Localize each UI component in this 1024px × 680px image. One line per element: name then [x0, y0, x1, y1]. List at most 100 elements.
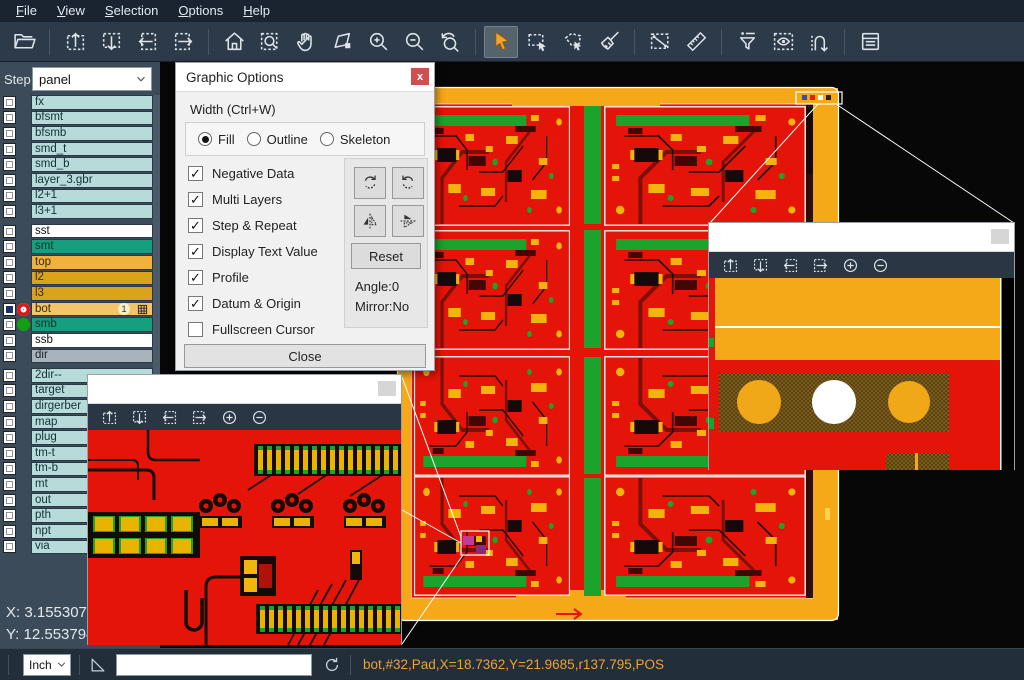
layer-checkbox-dirgerber[interactable]	[3, 400, 16, 413]
layer-checkbox-sst[interactable]	[3, 225, 16, 238]
mirror-horizontal-button[interactable]	[354, 205, 386, 237]
zoom-polygon-button[interactable]	[325, 26, 359, 58]
pan-left-button[interactable]	[130, 26, 164, 58]
menu-help[interactable]: Help	[233, 0, 280, 22]
menu-view[interactable]: View	[47, 0, 95, 22]
home-button[interactable]	[217, 26, 251, 58]
zoom-in-circle-button[interactable]	[835, 254, 865, 276]
layer-row-dir[interactable]: dir	[0, 349, 160, 364]
rotate-cw-button[interactable]	[354, 167, 386, 199]
menu-options[interactable]: Options	[168, 0, 233, 22]
layer-checkbox-via[interactable]	[3, 540, 16, 553]
checkbox-step-repeat[interactable]: ✓Step & Repeat	[188, 212, 318, 238]
report-panel-button[interactable]	[853, 26, 887, 58]
layer-row-l2[interactable]: l2	[0, 271, 160, 286]
open-folder-button[interactable]	[7, 26, 41, 58]
layer-row-fx[interactable]: fx	[0, 95, 160, 110]
zoom-in-circle-button[interactable]	[214, 406, 244, 428]
layer-checkbox-target[interactable]	[3, 384, 16, 397]
pan-hand-button[interactable]	[289, 26, 323, 58]
radio-outline[interactable]: Outline	[247, 132, 308, 147]
select-polygon-button[interactable]	[556, 26, 590, 58]
layer-row-smd_t[interactable]: smd_t	[0, 142, 160, 157]
window-button[interactable]	[991, 229, 1009, 244]
pan-down-button[interactable]	[124, 406, 154, 428]
layer-row-bfsmt[interactable]: bfsmt	[0, 111, 160, 126]
layer-checkbox-smb[interactable]	[3, 318, 16, 331]
zoom-out-circle-button[interactable]	[244, 406, 274, 428]
menu-selection[interactable]: Selection	[95, 0, 168, 22]
radio-skeleton[interactable]: Skeleton	[320, 132, 391, 147]
layer-checkbox-2dir--[interactable]	[3, 369, 16, 382]
pan-down-button[interactable]	[94, 26, 128, 58]
layer-checkbox-bfsmt[interactable]	[3, 111, 16, 124]
layer-row-smt[interactable]: smt	[0, 239, 160, 254]
layer-checkbox-bfsmb[interactable]	[3, 127, 16, 140]
pan-left-button[interactable]	[154, 406, 184, 428]
layer-row-bot[interactable]: bot1	[0, 302, 160, 317]
layer-row-bfsmb[interactable]: bfsmb	[0, 126, 160, 141]
ruler-button[interactable]	[679, 26, 713, 58]
clean-brush-button[interactable]	[592, 26, 626, 58]
layer-checkbox-plug[interactable]	[3, 431, 16, 444]
layer-checkbox-l2[interactable]	[3, 271, 16, 284]
layer-checkbox-tm-b[interactable]	[3, 462, 16, 475]
measure-distance-button[interactable]	[643, 26, 677, 58]
highlight-filter-button[interactable]	[730, 26, 764, 58]
close-button[interactable]: Close	[184, 344, 426, 368]
unit-select[interactable]: Inch	[23, 654, 71, 676]
checkbox-fullscreen-cursor[interactable]: Fullscreen Cursor	[188, 316, 318, 342]
pan-left-button[interactable]	[775, 254, 805, 276]
zoom-in-button[interactable]	[361, 26, 395, 58]
layer-row-smd_b[interactable]: smd_b	[0, 157, 160, 172]
select-arrow-button[interactable]	[484, 26, 518, 58]
step-select[interactable]: panel	[32, 67, 152, 91]
layer-checkbox-bot[interactable]	[3, 303, 16, 316]
pan-up-button[interactable]	[715, 254, 745, 276]
menu-file[interactable]: File	[6, 0, 47, 22]
pan-up-button[interactable]	[58, 26, 92, 58]
checkbox-multi-layers[interactable]: ✓Multi Layers	[188, 186, 318, 212]
reset-button[interactable]: Reset	[351, 243, 421, 269]
pan-down-button[interactable]	[745, 254, 775, 276]
layer-checkbox-ssb[interactable]	[3, 334, 16, 347]
view-options-button[interactable]	[766, 26, 800, 58]
layer-checkbox-l3+1[interactable]	[3, 205, 16, 218]
mirror-vertical-button[interactable]	[392, 205, 424, 237]
layer-checkbox-top[interactable]	[3, 256, 16, 269]
radio-fill[interactable]: Fill	[198, 132, 235, 147]
pan-right-button[interactable]	[805, 254, 835, 276]
layer-checkbox-npt[interactable]	[3, 525, 16, 538]
layer-checkbox-layer_3.gbr[interactable]	[3, 174, 16, 187]
layer-checkbox-pth[interactable]	[3, 509, 16, 522]
dialog-titlebar[interactable]: Graphic Options x	[176, 63, 434, 92]
layer-checkbox-fx[interactable]	[3, 96, 16, 109]
layer-checkbox-smd_b[interactable]	[3, 158, 16, 171]
sync-icon[interactable]	[322, 655, 342, 675]
zoom-out-circle-button[interactable]	[865, 254, 895, 276]
snap-trace-button[interactable]	[802, 26, 836, 58]
zoom-out-button[interactable]	[397, 26, 431, 58]
select-rectangle-button[interactable]	[520, 26, 554, 58]
layer-row-smb[interactable]: smb	[0, 317, 160, 332]
checkbox-negative-data[interactable]: ✓Negative Data	[188, 160, 318, 186]
pan-right-button[interactable]	[166, 26, 200, 58]
layer-checkbox-l2+1[interactable]	[3, 189, 16, 202]
layer-row-top[interactable]: top	[0, 255, 160, 270]
layer-row-l3[interactable]: l3	[0, 286, 160, 301]
pan-up-button[interactable]	[94, 406, 124, 428]
layer-row-sst[interactable]: sst	[0, 224, 160, 239]
layer-checkbox-tm-t[interactable]	[3, 447, 16, 460]
pan-right-button[interactable]	[184, 406, 214, 428]
checkbox-datum-origin[interactable]: ✓Datum & Origin	[188, 290, 318, 316]
layer-row-ssb[interactable]: ssb	[0, 333, 160, 348]
checkbox-display-text-value[interactable]: ✓Display Text Value	[188, 238, 318, 264]
checkbox-profile[interactable]: ✓Profile	[188, 264, 318, 290]
layer-checkbox-mt[interactable]	[3, 478, 16, 491]
dialog-close-button[interactable]: x	[411, 68, 429, 85]
window-button[interactable]	[378, 381, 396, 396]
zoom-window-button[interactable]	[253, 26, 287, 58]
layer-checkbox-out[interactable]	[3, 494, 16, 507]
layer-row-layer_3.gbr[interactable]: layer_3.gbr	[0, 173, 160, 188]
zoom-previous-button[interactable]	[433, 26, 467, 58]
